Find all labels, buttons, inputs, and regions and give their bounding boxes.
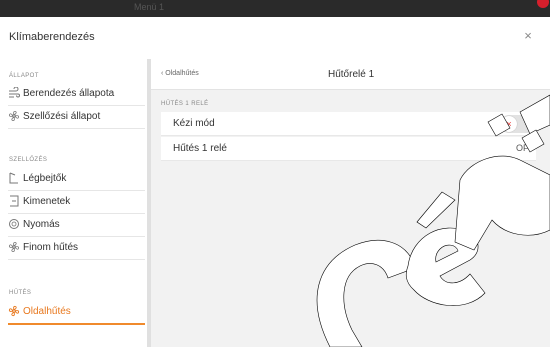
sidebar-item-kimenetek[interactable]: Kimenetek (8, 192, 145, 214)
sidebar-item-legbejtok[interactable]: Légbejtők (8, 169, 145, 191)
dialog-title-bar: Klímaberendezés × (0, 17, 550, 60)
sidebar-item-label: Szellőzési állapot (23, 111, 101, 122)
sidebar-item-nyomas[interactable]: Nyomás (8, 215, 145, 237)
dialog-title: Klímaberendezés (9, 31, 95, 43)
section-heading-szellozes: SZELLŐZÉS (9, 157, 48, 163)
setting-label: Kézi mód (173, 118, 215, 129)
sidebar-item-label: Nyomás (23, 219, 60, 230)
relay-status-value: OFF (516, 143, 534, 153)
sidebar-item-label: Kimenetek (23, 196, 71, 207)
group-heading: HŰTÉS 1 RELÉ (161, 101, 209, 107)
fan-icon (8, 241, 20, 253)
sidebar-item-szellozesi-allapot[interactable]: Szellőzési állapot (8, 107, 145, 129)
notification-dot[interactable] (537, 0, 549, 8)
outlet-icon (8, 195, 20, 207)
sidebar-item-label: Finom hűtés (23, 242, 79, 253)
sidebar-item-label: Légbejtők (23, 173, 67, 184)
panel-header: ‹ Oldalhűtés Hűtőrelé 1 (151, 59, 550, 90)
manual-mode-toggle[interactable]: × (500, 115, 536, 133)
sidebar-item-oldalhutes[interactable]: Oldalhűtés (8, 302, 145, 325)
main-panel: ‹ Oldalhűtés Hűtőrelé 1 HŰTÉS 1 RELÉ Kéz… (151, 59, 550, 347)
back-label: Oldalhűtés (165, 70, 199, 77)
back-link[interactable]: ‹ Oldalhűtés (161, 70, 199, 77)
sidebar-item-label: Berendezés állapota (23, 88, 115, 99)
page-title: Hűtőrelé 1 (328, 69, 375, 80)
gauge-icon (8, 218, 20, 230)
section-heading-hutes: HŰTÉS (9, 290, 32, 296)
setting-row-kezi-mod: Kézi mód × (161, 112, 536, 136)
sidebar: ÁLLAPOT Berendezés állapota Szellőzési á… (0, 59, 151, 347)
setting-label: Hűtés 1 relé (173, 143, 227, 154)
os-top-bar: Menü 1 (0, 0, 550, 17)
section-heading-allapot: ÁLLAPOT (9, 73, 39, 79)
wind-icon (8, 87, 20, 99)
sidebar-item-label: Oldalhűtés (23, 306, 71, 317)
intake-icon (8, 172, 20, 184)
top-title: Menü 1 (134, 2, 165, 12)
close-icon: × (501, 116, 517, 132)
sidebar-item-finom-hutes[interactable]: Finom hűtés (8, 238, 145, 260)
fan-icon (8, 110, 20, 122)
close-icon[interactable]: × (520, 28, 536, 44)
cooling-icon (8, 305, 20, 317)
setting-row-hutes-1-rele: Hűtés 1 relé OFF (161, 137, 536, 161)
sidebar-item-berendezes-allapota[interactable]: Berendezés állapota (8, 84, 145, 106)
